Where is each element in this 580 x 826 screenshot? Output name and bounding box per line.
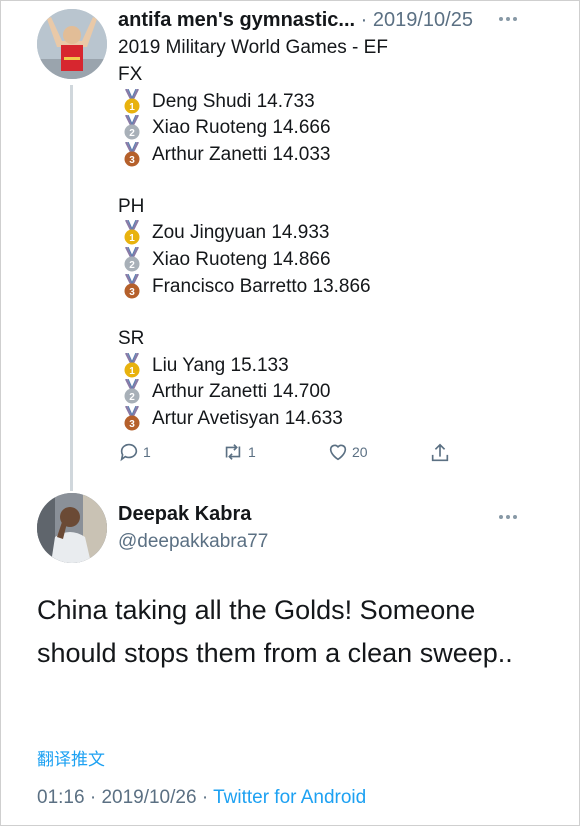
separator: ·	[360, 9, 368, 31]
svg-text:3: 3	[129, 419, 135, 430]
bronze-medal-icon: 3	[122, 273, 142, 300]
like-button[interactable]: 20	[327, 441, 368, 463]
result-line: Xiao Ruoteng 14.866	[152, 249, 331, 270]
event-code: PH	[118, 196, 145, 217]
svg-text:2: 2	[129, 128, 135, 139]
svg-text:1: 1	[129, 366, 135, 377]
retweet-icon	[225, 444, 241, 460]
bronze-medal-icon: 3	[122, 141, 142, 168]
bronze-medal-icon: 3	[122, 405, 142, 432]
tweet-time[interactable]: 01:16	[37, 787, 85, 808]
more-icon[interactable]	[499, 514, 517, 520]
avatar[interactable]	[37, 9, 107, 79]
result-line: Arthur Zanetti 14.033	[152, 144, 331, 165]
share-icon	[431, 443, 449, 462]
reply-icon	[120, 443, 138, 462]
svg-text:3: 3	[129, 287, 135, 298]
result-line: Francisco Barretto 13.866	[152, 276, 371, 297]
gold-medal-icon: 1	[122, 352, 142, 379]
svg-text:2: 2	[129, 392, 135, 403]
silver-medal-icon: 2	[122, 378, 142, 405]
reply-count: 1	[143, 444, 151, 460]
gold-medal-icon: 1	[122, 88, 142, 115]
event-code: FX	[118, 64, 143, 85]
thread-line	[70, 85, 73, 491]
tweet-date[interactable]: 2019/10/25	[373, 9, 473, 31]
more-icon[interactable]	[499, 16, 517, 22]
author-name[interactable]: Deepak Kabra	[118, 503, 251, 526]
tweet-title: 2019 Military World Games - EF	[118, 37, 388, 58]
author-handle[interactable]: @deepakkabra77	[118, 531, 268, 553]
result-line: Arthur Zanetti 14.700	[152, 381, 331, 402]
heart-icon	[329, 444, 347, 461]
svg-text:3: 3	[129, 155, 135, 166]
separator: ·	[201, 787, 209, 808]
silver-medal-icon: 2	[122, 114, 142, 141]
event-code: SR	[118, 328, 145, 349]
separator: ·	[89, 787, 97, 808]
result-line: Deng Shudi 14.733	[152, 91, 315, 112]
tweet-meta: 01:16 · 2019/10/26 · Twitter for Android	[37, 787, 366, 809]
result-line: Xiao Ruoteng 14.666	[152, 117, 331, 138]
tweet-header: antifa men's gymnastic... · 2019/10/25	[118, 8, 473, 32]
silver-medal-icon: 2	[122, 246, 142, 273]
result-line: Zou Jingyuan 14.933	[152, 222, 330, 243]
tweet-text: China taking all the Golds! Someone shou…	[37, 595, 513, 668]
result-line: Liu Yang 15.133	[152, 355, 289, 376]
author-name[interactable]: antifa men's gymnastic...	[118, 9, 355, 31]
retweet-count: 1	[248, 444, 256, 460]
share-button[interactable]	[429, 441, 451, 465]
tweet-source[interactable]: Twitter for Android	[213, 787, 366, 808]
svg-text:1: 1	[129, 102, 135, 113]
like-count: 20	[352, 444, 368, 460]
svg-text:2: 2	[129, 260, 135, 271]
retweet-button[interactable]: 1	[221, 441, 256, 463]
reply-button[interactable]: 1	[118, 441, 151, 463]
translate-link[interactable]: 翻译推文	[37, 745, 105, 770]
svg-text:1: 1	[129, 233, 135, 244]
avatar[interactable]	[37, 493, 107, 563]
tweet-date[interactable]: 2019/10/26	[101, 787, 196, 808]
gold-medal-icon: 1	[122, 219, 142, 246]
result-line: Artur Avetisyan 14.633	[152, 408, 343, 429]
